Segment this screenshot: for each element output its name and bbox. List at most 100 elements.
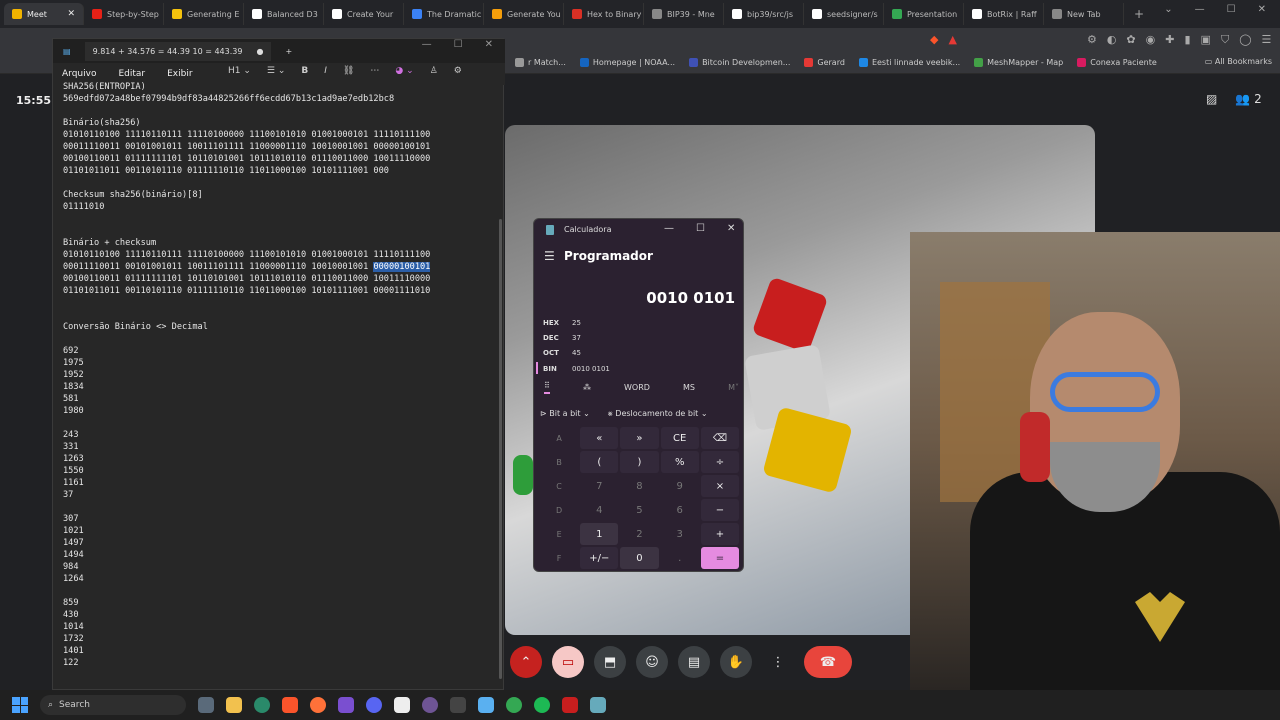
calc-key[interactable]: B <box>540 451 578 473</box>
hamburger-menu-icon[interactable]: ☰ <box>544 249 555 263</box>
minimize-icon[interactable]: — <box>422 39 432 50</box>
settings-gear-icon[interactable]: ⚙ <box>454 66 462 76</box>
memory-view-button[interactable]: M˅ <box>728 383 739 392</box>
all-bookmarks-button[interactable]: ▭ All Bookmarks <box>1205 57 1272 66</box>
extension-icon[interactable]: ⚙ <box>1087 33 1097 47</box>
memory-store-button[interactable]: MS <box>683 383 695 392</box>
app-icon[interactable] <box>254 697 270 713</box>
chrome-icon[interactable] <box>506 697 522 713</box>
captions-off-icon[interactable]: ▨ <box>1206 92 1217 106</box>
maximize-icon[interactable]: ☐ <box>1227 4 1236 15</box>
chevron-down-icon[interactable]: ⌄ <box>1164 4 1172 15</box>
calc-key[interactable]: CE <box>660 427 699 449</box>
calc-key[interactable]: » <box>620 427 659 449</box>
more-horiz-icon[interactable]: ⋯ <box>370 66 379 76</box>
close-icon[interactable]: ✕ <box>727 223 735 234</box>
rewards-icon[interactable]: ▲ <box>948 33 956 47</box>
bookmark-item[interactable]: r Match... <box>515 58 566 67</box>
brave-shield-icon[interactable]: ◆ <box>930 33 938 47</box>
calc-key[interactable]: ⌫ <box>700 427 739 449</box>
calc-key[interactable]: % <box>660 451 699 473</box>
browser-tab[interactable]: Meet ✕ <box>4 3 84 25</box>
participants-icon[interactable]: 👥 2 <box>1235 92 1261 106</box>
bookmark-item[interactable]: Homepage | NOAA... <box>579 58 675 67</box>
discord-icon[interactable] <box>366 697 382 713</box>
close-icon[interactable]: ✕ <box>485 39 493 50</box>
wallet-icon[interactable]: ▣ <box>1201 33 1211 47</box>
browser-tab[interactable]: Presentation <box>884 3 964 25</box>
raise-hand-button[interactable]: ✋ <box>720 646 752 678</box>
extension-icon[interactable]: ✿ <box>1126 33 1135 47</box>
calc-key[interactable]: 6 <box>661 499 699 521</box>
browser-tab[interactable]: Hex to Binary <box>564 3 644 25</box>
taskbar-search[interactable]: ⌕ Search <box>40 695 186 715</box>
bookmark-item[interactable]: Bitcoin Developmen... <box>689 58 790 67</box>
word-size-button[interactable]: WORD <box>624 383 650 392</box>
minimize-icon[interactable]: — <box>1195 4 1205 15</box>
radix-bin[interactable]: BIN 0010 0101 <box>543 365 610 373</box>
calc-key[interactable]: « <box>580 427 619 449</box>
calc-key[interactable]: ) <box>620 451 659 473</box>
menu-icon[interactable]: ☰ <box>1262 33 1272 47</box>
brave-icon[interactable] <box>282 697 298 713</box>
copilot-icon[interactable]: ◕ ⌄ <box>395 66 413 76</box>
vpn-icon[interactable]: ⛉ <box>1221 33 1229 47</box>
radix-oct[interactable]: OCT 45 <box>543 349 581 357</box>
menu-editar[interactable]: Editar <box>118 69 145 79</box>
browser-tab[interactable]: Step-by-Step <box>84 3 164 25</box>
windows-start-icon[interactable] <box>12 697 28 713</box>
calculator-taskbar-icon[interactable] <box>590 697 606 713</box>
app-icon[interactable] <box>562 697 578 713</box>
calc-key[interactable]: F <box>540 547 578 569</box>
radix-dec[interactable]: DEC 37 <box>543 334 581 342</box>
captions-button[interactable]: ▤ <box>678 646 710 678</box>
calc-key[interactable]: 3 <box>661 523 699 545</box>
more-options-button[interactable]: ⋮ <box>762 646 794 678</box>
bookmark-item[interactable]: Eesti linnade veebik... <box>858 58 960 67</box>
calc-key[interactable]: A <box>540 427 578 449</box>
new-tab-icon[interactable]: + <box>1124 7 1144 21</box>
taskview-icon[interactable] <box>198 697 214 713</box>
calc-key[interactable]: 4 <box>580 499 618 521</box>
browser-tab[interactable]: Balanced D3 <box>244 3 324 25</box>
bitwise-dropdown[interactable]: ⊳ Bit a bit ⌄ <box>540 409 590 419</box>
menu-exibir[interactable]: Exibir <box>167 69 192 79</box>
profile-icon[interactable]: ◯ <box>1239 33 1251 47</box>
bookmark-item[interactable]: MeshMapper - Map <box>974 58 1063 67</box>
calc-key[interactable]: = <box>700 547 739 569</box>
present-button[interactable]: ⬒ <box>594 646 626 678</box>
mic-button[interactable]: ⌃ <box>510 646 542 678</box>
account-icon[interactable]: ♙ <box>430 66 438 76</box>
file-explorer-icon[interactable] <box>226 697 242 713</box>
maximize-icon[interactable]: ☐ <box>696 223 705 234</box>
calc-key[interactable]: ( <box>580 451 619 473</box>
bookmark-item[interactable]: Gerard <box>804 58 845 67</box>
sidebar-icon[interactable]: ▮ <box>1184 33 1190 47</box>
leave-call-button[interactable]: ☎ <box>804 646 852 678</box>
calc-key[interactable]: 0 <box>620 547 659 569</box>
browser-tab[interactable]: Create Your <box>324 3 404 25</box>
notepad-scrollbar[interactable] <box>499 219 502 679</box>
calc-key[interactable]: 5 <box>620 499 658 521</box>
minimize-icon[interactable]: — <box>664 223 674 234</box>
calc-key[interactable]: 7 <box>580 475 618 497</box>
calc-key[interactable]: . <box>661 547 699 569</box>
calc-key[interactable]: 2 <box>620 523 658 545</box>
notepad-taskbar-icon[interactable] <box>478 697 494 713</box>
bit-toggle-keypad-icon[interactable]: ⁂ <box>583 383 591 392</box>
bold-icon[interactable]: B <box>301 66 308 76</box>
browser-tab[interactable]: seedsigner/s <box>804 3 884 25</box>
extension-icon[interactable]: ◐ <box>1107 33 1117 47</box>
terminal-icon[interactable] <box>450 697 466 713</box>
calc-key[interactable]: 1 <box>580 523 619 545</box>
notepad-tab[interactable]: 9.814 + 34.576 = 44.39 10 = 443.39 ● <box>84 41 272 61</box>
heading-dropdown[interactable]: H1 ⌄ <box>228 66 251 76</box>
maximize-icon[interactable]: ☐ <box>454 39 463 50</box>
browser-tab[interactable]: Generate You <box>484 3 564 25</box>
calc-key[interactable]: + <box>700 523 739 545</box>
browser-tab[interactable]: The Dramatic <box>404 3 484 25</box>
calc-key[interactable]: E <box>540 523 578 545</box>
calc-key[interactable]: +/− <box>580 547 619 569</box>
browser-tab[interactable]: BotRix | Raff <box>964 3 1044 25</box>
calc-key[interactable]: ÷ <box>700 451 739 473</box>
